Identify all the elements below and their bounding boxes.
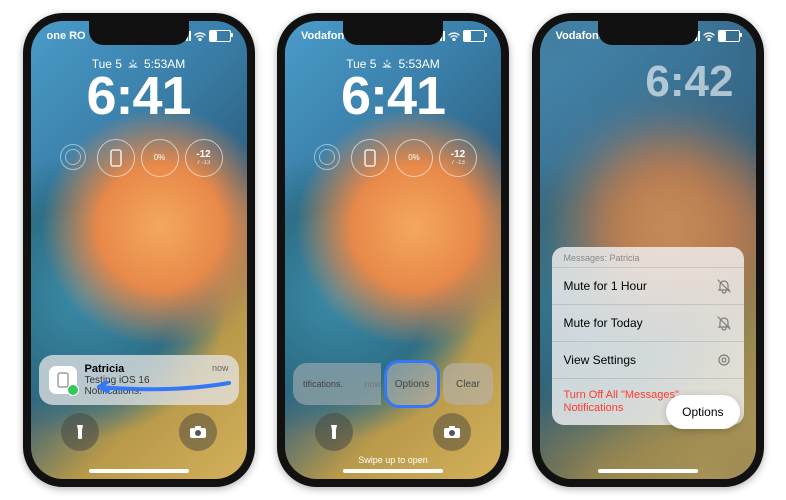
home-indicator[interactable] [343, 469, 443, 473]
partial-time: now [364, 379, 381, 389]
rings-widget[interactable] [55, 139, 91, 175]
battery-widget[interactable]: 0% [141, 139, 179, 177]
phone-2: Vodafone I Tue 5 5:53AM 6:41 0% -127 -13… [277, 13, 509, 487]
notch [598, 21, 698, 45]
mute-1-hour-item[interactable]: Mute for 1 Hour [552, 267, 744, 304]
options-pill-button[interactable]: Options [666, 395, 739, 429]
notification-sender: Patricia [85, 363, 204, 375]
swipe-hint: Swipe up to open [285, 455, 501, 465]
gear-icon [716, 352, 732, 368]
notification-time: now [212, 363, 229, 373]
home-indicator[interactable] [598, 469, 698, 473]
phone-3: Vodafone I 6:42 Messages: Patricia Mute … [532, 13, 764, 487]
notification-content: Patricia Testing iOS 16 Notifications. [85, 363, 204, 397]
battery-widget[interactable]: 0% [395, 139, 433, 177]
options-action-button[interactable]: Options [387, 363, 437, 405]
temp-main: -12 [196, 149, 210, 160]
bell-slash-icon [716, 315, 732, 331]
widgets-row: 0% -127 -13 [309, 139, 477, 177]
home-indicator[interactable] [89, 469, 189, 473]
time-label: 6:41 [285, 69, 501, 123]
camera-icon [443, 425, 461, 439]
phone-widget[interactable] [97, 139, 135, 177]
blurred-time: 6:42 [645, 57, 733, 107]
battery-icon [463, 30, 485, 42]
phone-widget[interactable] [351, 139, 389, 177]
camera-icon [189, 425, 207, 439]
camera-button[interactable] [179, 413, 217, 451]
widgets-row: 0% -127 -13 [55, 139, 223, 177]
bottom-controls [31, 413, 247, 451]
weather-widget[interactable]: -127 -13 [185, 139, 223, 177]
lock-screen: one RO Tue 5 5:53AM 6:41 0% -127 -13 Pat… [31, 21, 247, 479]
camera-button[interactable] [433, 413, 471, 451]
menu-header: Messages: Patricia [552, 247, 744, 267]
battery-icon [209, 30, 231, 42]
notch [343, 21, 443, 45]
notification-card[interactable]: Patricia Testing iOS 16 Notifications. n… [39, 355, 239, 405]
bottom-controls [285, 413, 501, 451]
weather-widget[interactable]: -127 -13 [439, 139, 477, 177]
view-settings-item[interactable]: View Settings [552, 341, 744, 378]
bell-slash-icon [716, 278, 732, 294]
notch [89, 21, 189, 45]
datetime: Tue 5 5:53AM 6:41 [31, 57, 247, 123]
notification-partial[interactable]: tifications. now [293, 363, 381, 405]
phone-icon [109, 149, 123, 167]
datetime: Tue 5 5:53AM 6:41 [285, 57, 501, 123]
wifi-icon [703, 32, 715, 41]
time-label: 6:41 [31, 69, 247, 123]
flashlight-icon [73, 423, 87, 441]
messages-app-icon [49, 366, 77, 394]
flashlight-button[interactable] [61, 413, 99, 451]
notification-message: Testing iOS 16 Notifications. [85, 375, 204, 397]
lock-screen: Vodafone I Tue 5 5:53AM 6:41 0% -127 -13… [285, 21, 501, 479]
wifi-icon [448, 32, 460, 41]
carrier-label: one RO [47, 30, 86, 42]
battery-icon [718, 30, 740, 42]
partial-text: tifications. [303, 379, 343, 389]
flashlight-icon [327, 423, 341, 441]
lock-screen-blurred: Vodafone I 6:42 Messages: Patricia Mute … [540, 21, 756, 479]
battery-percent: 0% [154, 153, 166, 162]
phone-1: one RO Tue 5 5:53AM 6:41 0% -127 -13 Pat… [23, 13, 255, 487]
notification-swipe-actions: tifications. now Options Clear [293, 363, 493, 405]
rings-widget[interactable] [309, 139, 345, 175]
clear-action-button[interactable]: Clear [443, 363, 493, 405]
phone-icon [363, 149, 377, 167]
mute-today-item[interactable]: Mute for Today [552, 304, 744, 341]
flashlight-button[interactable] [315, 413, 353, 451]
wifi-icon [194, 32, 206, 41]
